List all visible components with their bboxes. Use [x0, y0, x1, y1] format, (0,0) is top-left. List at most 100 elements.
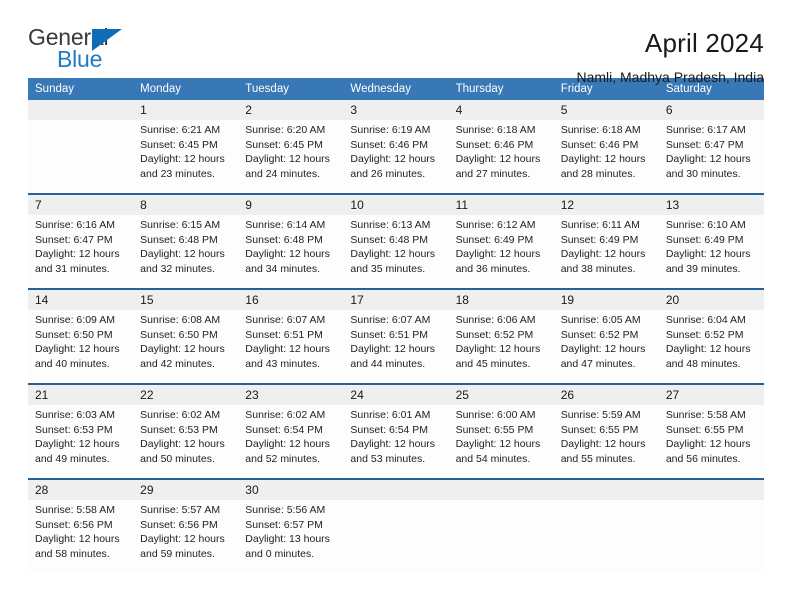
- day-cell[interactable]: Sunrise: 6:13 AM Sunset: 6:48 PM Daylight:…: [343, 215, 449, 289]
- day-cell[interactable]: Sunrise: 5:58 AM Sunset: 6:56 PM Daylight:…: [28, 500, 134, 573]
- day-number[interactable]: 5: [553, 100, 659, 120]
- day-info-line: Daylight: 12 hours: [140, 533, 225, 546]
- day-cell[interactable]: Sunrise: 6:01 AM Sunset: 6:54 PM Daylight:…: [343, 405, 449, 479]
- day-number[interactable]: 16: [238, 288, 344, 310]
- day-info-line: and 27 minutes.: [455, 167, 531, 180]
- day-cell[interactable]: Sunrise: 6:19 AM Sunset: 6:46 PM Daylight:…: [343, 120, 449, 194]
- day-info-line: Daylight: 12 hours: [245, 153, 330, 166]
- day-info-line: Sunset: 6:56 PM: [140, 518, 218, 531]
- day-info-line: and 45 minutes.: [455, 357, 531, 370]
- day-number[interactable]: 7: [28, 193, 134, 215]
- day-cell[interactable]: Sunrise: 5:58 AM Sunset: 6:55 PM Daylight:…: [658, 405, 764, 479]
- day-number[interactable]: 21: [28, 383, 134, 405]
- day-info-line: Daylight: 12 hours: [560, 248, 646, 261]
- day-number[interactable]: 12: [553, 193, 659, 215]
- day-cell[interactable]: Sunrise: 6:17 AM Sunset: 6:47 PM Daylight:…: [658, 120, 764, 194]
- day-info-line: Sunrise: 6:00 AM: [455, 409, 536, 421]
- day-number[interactable]: 29: [133, 478, 239, 500]
- day-number[interactable]: 27: [658, 383, 764, 405]
- day-cell[interactable]: Sunrise: 6:02 AM Sunset: 6:54 PM Daylight:…: [238, 405, 344, 479]
- day-number[interactable]: 6: [658, 100, 764, 120]
- day-cell[interactable]: Sunrise: 6:06 AM Sunset: 6:52 PM Daylight:…: [448, 310, 554, 384]
- day-cell[interactable]: Sunrise: 6:05 AM Sunset: 6:52 PM Daylight:…: [553, 310, 659, 384]
- day-number[interactable]: 3: [343, 100, 449, 120]
- day-cell[interactable]: Sunrise: 6:07 AM Sunset: 6:51 PM Daylight:…: [238, 310, 344, 384]
- day-number[interactable]: 8: [133, 193, 239, 215]
- day-info-line: and 38 minutes.: [560, 262, 636, 275]
- day-number[interactable]: 22: [133, 383, 239, 405]
- day-info-line: and 28 minutes.: [560, 167, 636, 180]
- day-info-line: Daylight: 12 hours: [455, 343, 541, 356]
- day-info-line: Daylight: 12 hours: [560, 153, 646, 166]
- day-cell[interactable]: Sunrise: 5:56 AM Sunset: 6:57 PM Daylight:…: [238, 500, 344, 573]
- day-cell[interactable]: Sunrise: 5:59 AM Sunset: 6:55 PM Daylight:…: [553, 405, 659, 479]
- day-number[interactable]: 15: [133, 288, 239, 310]
- day-info-line: Daylight: 12 hours: [140, 153, 225, 166]
- day-number[interactable]: 17: [343, 288, 449, 310]
- day-number[interactable]: 2: [238, 100, 344, 120]
- day-cell[interactable]: Sunrise: 6:09 AM Sunset: 6:50 PM Daylight:…: [28, 310, 134, 384]
- day-number[interactable]: 14: [28, 288, 134, 310]
- day-number[interactable]: 25: [448, 383, 554, 405]
- day-cell[interactable]: Sunrise: 6:12 AM Sunset: 6:49 PM Daylight:…: [448, 215, 554, 289]
- day-number[interactable]: 26: [553, 383, 659, 405]
- day-number[interactable]: 1: [133, 100, 239, 120]
- day-cell[interactable]: Sunrise: 6:08 AM Sunset: 6:50 PM Daylight:…: [133, 310, 239, 384]
- day-info-line: Sunrise: 6:12 AM: [455, 219, 536, 231]
- day-number[interactable]: 30: [238, 478, 344, 500]
- day-cell[interactable]: Sunrise: 5:57 AM Sunset: 6:56 PM Daylight:…: [133, 500, 239, 573]
- day-number-empty: [343, 478, 449, 500]
- day-info-line: Sunrise: 6:03 AM: [35, 409, 115, 421]
- day-cell[interactable]: Sunrise: 6:20 AM Sunset: 6:45 PM Daylight:…: [238, 120, 344, 194]
- day-info-line: Daylight: 12 hours: [455, 248, 541, 261]
- brand-logo[interactable]: General Blue: [28, 26, 138, 74]
- day-info-line: Sunset: 6:56 PM: [35, 518, 113, 531]
- day-cell[interactable]: Sunrise: 6:15 AM Sunset: 6:48 PM Daylight:…: [133, 215, 239, 289]
- day-info-line: Daylight: 12 hours: [560, 343, 646, 356]
- day-number-empty: [448, 478, 554, 500]
- day-cell[interactable]: Sunrise: 6:16 AM Sunset: 6:47 PM Daylight:…: [28, 215, 134, 289]
- day-cell[interactable]: Sunrise: 6:18 AM Sunset: 6:46 PM Daylight:…: [448, 120, 554, 194]
- day-cell[interactable]: Sunrise: 6:10 AM Sunset: 6:49 PM Daylight:…: [658, 215, 764, 289]
- day-info-line: Sunset: 6:48 PM: [245, 233, 323, 246]
- day-cell-empty: [553, 500, 659, 573]
- day-info-line: Sunrise: 5:58 AM: [35, 504, 115, 516]
- day-number[interactable]: 20: [658, 288, 764, 310]
- day-info-line: Sunrise: 6:20 AM: [245, 124, 326, 136]
- day-info-line: Daylight: 12 hours: [245, 248, 330, 261]
- day-detail-row: Sunrise: 6:21 AM Sunset: 6:45 PM Daylight:…: [28, 120, 764, 194]
- day-number[interactable]: 23: [238, 383, 344, 405]
- day-number[interactable]: 4: [448, 100, 554, 120]
- day-cell[interactable]: Sunrise: 6:04 AM Sunset: 6:52 PM Daylight:…: [658, 310, 764, 384]
- day-info-line: Sunrise: 6:06 AM: [455, 314, 536, 326]
- day-info-line: Daylight: 12 hours: [350, 438, 436, 451]
- day-info-line: Sunset: 6:54 PM: [350, 423, 429, 436]
- day-info-line: and 0 minutes.: [245, 547, 315, 560]
- day-number[interactable]: 18: [448, 288, 554, 310]
- day-number[interactable]: 13: [658, 193, 764, 215]
- day-info-line: and 49 minutes.: [35, 452, 110, 465]
- day-info-line: Daylight: 12 hours: [245, 438, 330, 451]
- day-cell[interactable]: Sunrise: 6:03 AM Sunset: 6:53 PM Daylight:…: [28, 405, 134, 479]
- day-number[interactable]: 10: [343, 193, 449, 215]
- day-number[interactable]: 28: [28, 478, 134, 500]
- day-info-line: and 30 minutes.: [665, 167, 741, 180]
- day-info-line: Daylight: 12 hours: [350, 153, 436, 166]
- day-cell[interactable]: Sunrise: 6:14 AM Sunset: 6:48 PM Daylight:…: [238, 215, 344, 289]
- day-number[interactable]: 11: [448, 193, 554, 215]
- day-cell[interactable]: Sunrise: 6:11 AM Sunset: 6:49 PM Daylight:…: [553, 215, 659, 289]
- day-cell[interactable]: Sunrise: 6:18 AM Sunset: 6:46 PM Daylight:…: [553, 120, 659, 194]
- day-info-line: and 53 minutes.: [350, 452, 426, 465]
- day-cell[interactable]: Sunrise: 6:00 AM Sunset: 6:55 PM Daylight:…: [448, 405, 554, 479]
- day-info-line: Daylight: 12 hours: [140, 248, 225, 261]
- day-info-line: Sunrise: 5:59 AM: [560, 409, 641, 421]
- day-number[interactable]: 19: [553, 288, 659, 310]
- day-info-line: and 40 minutes.: [35, 357, 110, 370]
- day-cell[interactable]: Sunrise: 6:21 AM Sunset: 6:45 PM Daylight:…: [133, 120, 239, 194]
- day-info-line: Sunset: 6:52 PM: [455, 328, 534, 341]
- day-number[interactable]: 9: [238, 193, 344, 215]
- day-number[interactable]: 24: [343, 383, 449, 405]
- day-cell[interactable]: Sunrise: 6:02 AM Sunset: 6:53 PM Daylight:…: [133, 405, 239, 479]
- day-info-line: Daylight: 12 hours: [35, 248, 120, 261]
- day-cell[interactable]: Sunrise: 6:07 AM Sunset: 6:51 PM Daylight:…: [343, 310, 449, 384]
